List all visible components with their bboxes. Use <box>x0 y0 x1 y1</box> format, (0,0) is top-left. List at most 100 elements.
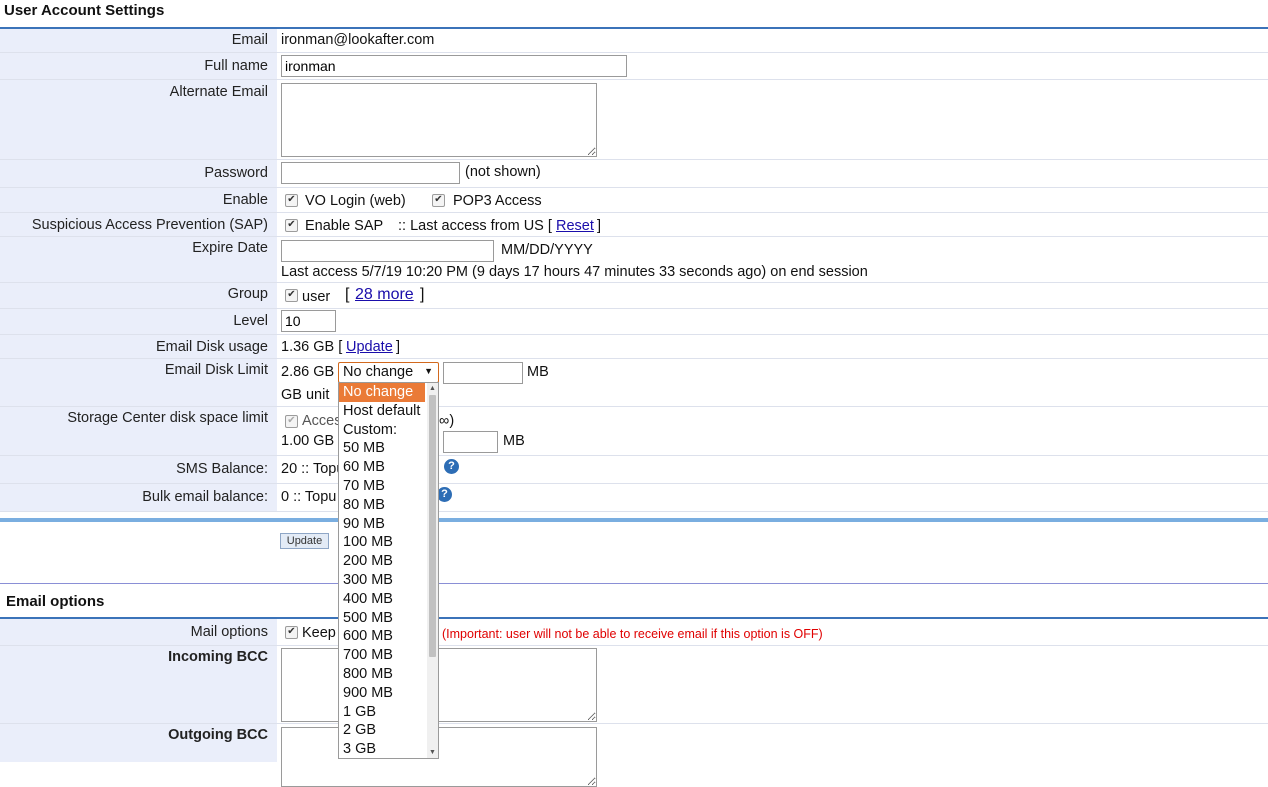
sap-reset-link[interactable]: Reset <box>556 218 594 234</box>
dropdown-option[interactable]: 50 MB <box>339 439 425 458</box>
alternate-email-textarea[interactable] <box>281 83 597 157</box>
dropdown-option[interactable]: 60 MB <box>339 458 425 477</box>
storage-access-checkbox[interactable]: ✔ <box>285 415 298 428</box>
level-label: Level <box>233 313 268 329</box>
incoming-bcc-textarea[interactable] <box>281 648 597 722</box>
disk-limit-unit: MB <box>527 364 549 380</box>
sms-help-icon[interactable]: ? <box>444 459 459 474</box>
dropdown-option[interactable]: 200 MB <box>339 552 425 571</box>
disk-limit-custom-input[interactable] <box>443 362 523 384</box>
password-note: (not shown) <box>465 164 541 180</box>
incoming-bcc-row: Incoming BCC <box>0 646 1268 724</box>
dropdown-option[interactable]: 80 MB <box>339 496 425 515</box>
disk-limit-dropdown[interactable]: No change Host default Custom: 50 MB 60 MB 70… <box>338 382 439 759</box>
bulk-row: Bulk email balance: 0 :: Topu ? <box>0 484 1268 512</box>
bulk-help-icon[interactable]: ? <box>437 487 452 502</box>
expire-date-input[interactable] <box>281 240 494 262</box>
storage-row: Storage Center disk space limit ✔ Acces … <box>0 407 1268 456</box>
enable-label: Enable <box>222 192 268 208</box>
storage-unlimited-text: ∞) <box>439 413 455 429</box>
email-label: Email <box>231 32 268 48</box>
sap-checkbox[interactable]: ✔ <box>285 219 298 232</box>
outgoing-bcc-textarea[interactable] <box>281 727 597 787</box>
storage-access-label: Acces <box>302 413 342 429</box>
dropdown-option[interactable]: 900 MB <box>339 684 425 703</box>
sap-label: Suspicious Access Prevention (SAP) <box>31 217 268 233</box>
section-divider-thin <box>0 583 1268 584</box>
dropdown-option[interactable]: No change <box>339 383 425 402</box>
storage-custom-input[interactable] <box>443 431 498 453</box>
sap-enable-label: Enable SAP <box>305 218 384 234</box>
dropdown-option[interactable]: 400 MB <box>339 590 425 609</box>
disk-usage-label: Email Disk usage <box>155 339 268 355</box>
disk-usage-value: 1.36 GB [ <box>281 339 343 355</box>
full-name-row: Full name <box>0 53 1268 80</box>
dropdown-option[interactable]: 800 MB <box>339 665 425 684</box>
outgoing-bcc-row: Outgoing BCC <box>0 724 1268 787</box>
bulk-value: 0 :: Topu <box>281 489 337 505</box>
enable-row: Enable ✔ VO Login (web) ✔ POP3 Access <box>0 188 1268 213</box>
dropdown-option[interactable]: 600 MB <box>339 627 425 646</box>
dropdown-option[interactable]: Host default <box>339 402 425 421</box>
dropdown-option[interactable]: 3 GB <box>339 740 425 758</box>
dropdown-option[interactable]: 300 MB <box>339 571 425 590</box>
dropdown-option[interactable]: 100 MB <box>339 533 425 552</box>
group-row: Group ✔ user [ 28 more ] <box>0 283 1268 309</box>
sap-bracket: ] <box>597 218 602 234</box>
sap-last-access: :: Last access from US [ <box>398 218 552 234</box>
scroll-up-icon[interactable]: ▲ <box>429 385 436 392</box>
dropdown-scrollbar[interactable]: ▲ ▼ <box>427 383 438 758</box>
last-access-text: Last access 5/7/19 10:20 PM (9 days 17 h… <box>281 264 868 280</box>
level-input[interactable] <box>281 310 336 332</box>
form-footer-band <box>0 518 1268 522</box>
pop3-checkbox[interactable]: ✔ <box>432 194 445 207</box>
scroll-down-icon[interactable]: ▼ <box>429 749 436 756</box>
expire-date-format: MM/DD/YYYY <box>501 242 593 258</box>
email-value: ironman@lookafter.com <box>281 32 435 48</box>
full-name-label: Full name <box>204 58 268 74</box>
full-name-input[interactable] <box>281 55 627 77</box>
disk-limit-select[interactable]: No change ▼ <box>338 362 439 383</box>
dropdown-option[interactable]: 70 MB <box>339 477 425 496</box>
group-user-checkbox[interactable]: ✔ <box>285 289 298 302</box>
sms-row: SMS Balance: 20 :: Topu ? <box>0 456 1268 484</box>
dropdown-option[interactable]: 700 MB <box>339 646 425 665</box>
incoming-bcc-label: Incoming BCC <box>168 649 268 665</box>
disk-usage-row: Email Disk usage 1.36 GB [ Update ] <box>0 335 1268 359</box>
mail-options-warning: (Important: user will not be able to rec… <box>442 627 823 641</box>
vo-login-checkbox[interactable]: ✔ <box>285 194 298 207</box>
sms-label: SMS Balance: <box>176 461 268 477</box>
dropdown-option[interactable]: 1 GB <box>339 703 425 722</box>
storage-label: Storage Center disk space limit <box>67 410 268 426</box>
outgoing-bcc-label: Outgoing BCC <box>168 727 268 743</box>
update-button[interactable]: Update <box>280 533 329 549</box>
dropdown-option[interactable]: Custom: <box>339 421 425 440</box>
mail-options-label: Mail options <box>190 624 268 640</box>
disk-usage-update-link[interactable]: Update <box>346 339 393 355</box>
password-input[interactable] <box>281 162 460 184</box>
dropdown-option[interactable]: 2 GB <box>339 721 425 740</box>
bulk-label: Bulk email balance: <box>142 489 268 505</box>
email-row: Email ironman@lookafter.com <box>0 29 1268 53</box>
chevron-down-icon: ▼ <box>424 366 433 376</box>
dropdown-option[interactable]: 90 MB <box>339 515 425 534</box>
password-row: Password (not shown) <box>0 160 1268 188</box>
storage-unit: MB <box>503 433 525 449</box>
dropdown-option[interactable]: 500 MB <box>339 609 425 628</box>
group-more-link[interactable]: 28 more <box>355 286 414 304</box>
group-bracket-close: ] <box>420 286 425 303</box>
sap-row: Suspicious Access Prevention (SAP) ✔ Ena… <box>0 213 1268 237</box>
disk-limit-value: 2.86 GB <box>281 364 335 380</box>
vo-login-label: VO Login (web) <box>305 193 406 209</box>
expire-date-label: Expire Date <box>192 240 268 256</box>
scroll-thumb[interactable] <box>429 395 436 657</box>
disk-limit-option-list: No change Host default Custom: 50 MB 60 MB 70… <box>339 383 438 758</box>
level-row: Level <box>0 309 1268 335</box>
disk-limit-label: Email Disk Limit <box>164 362 268 378</box>
group-label: Group <box>227 286 268 302</box>
storage-value: 1.00 GB <box>281 433 335 449</box>
alternate-email-label: Alternate Email <box>169 84 268 100</box>
mail-options-row: Mail options ✔ Keep (Important: user wil… <box>0 619 1268 646</box>
keep-checkbox[interactable]: ✔ <box>285 626 298 639</box>
password-label: Password <box>204 165 268 181</box>
